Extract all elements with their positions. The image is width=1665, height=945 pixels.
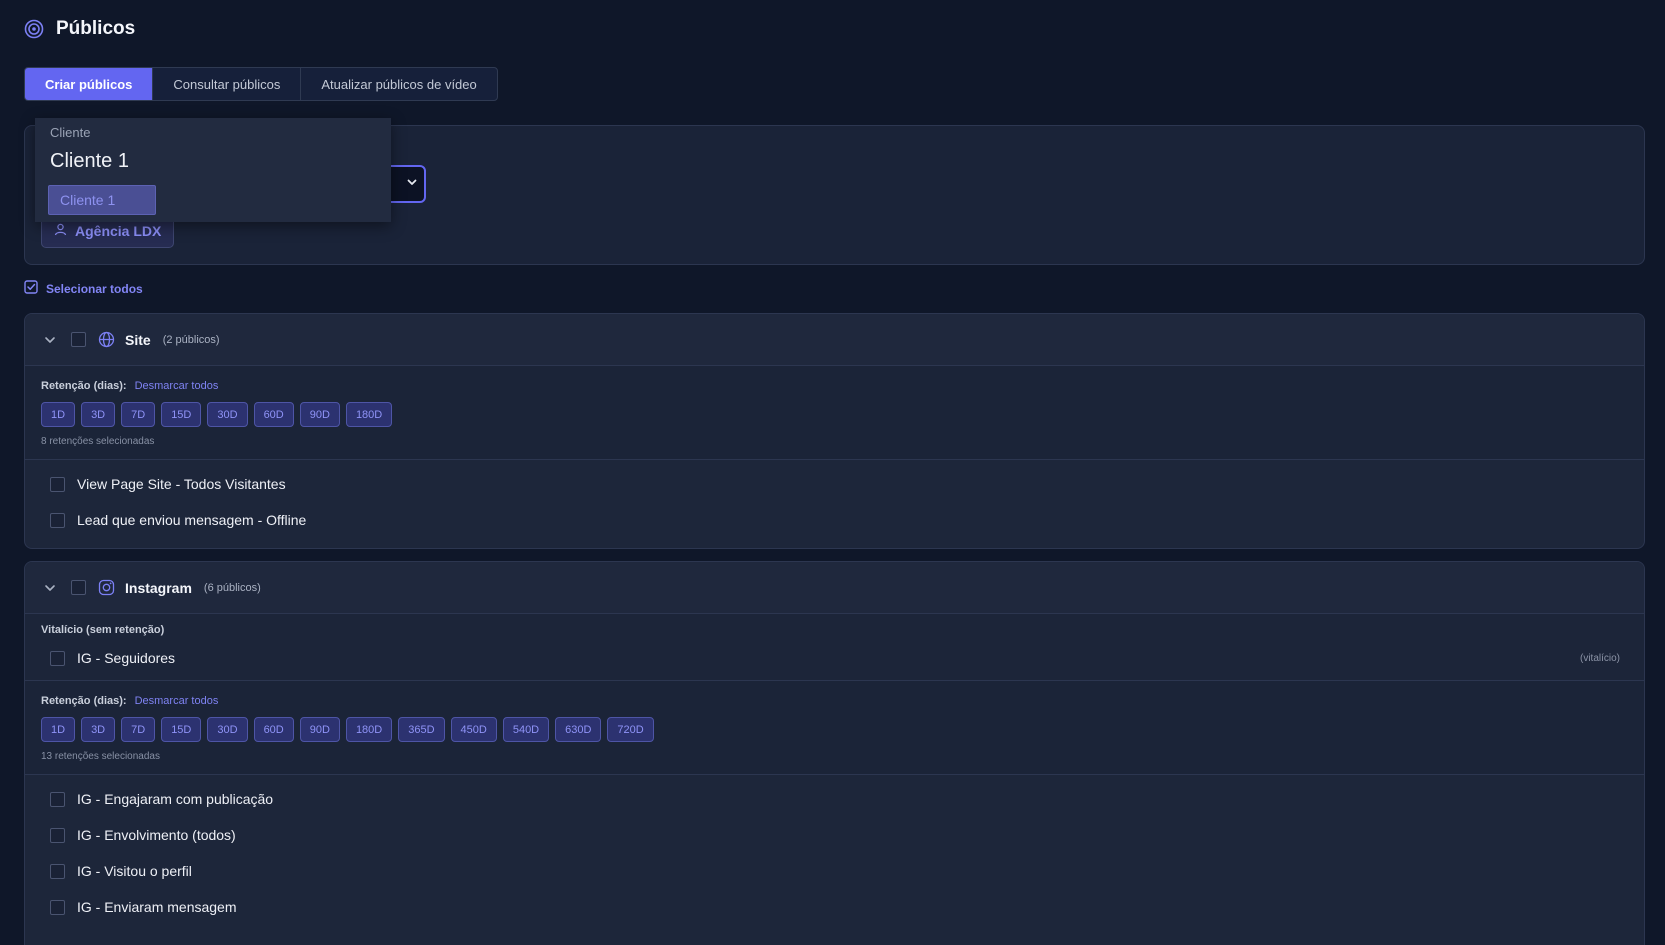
retention-chip[interactable]: 1D xyxy=(41,717,76,742)
retention-chip[interactable]: 15D xyxy=(161,402,202,427)
checkbox-checked-icon xyxy=(24,280,38,297)
retention-chip[interactable]: 180D xyxy=(345,717,393,742)
item-label: View Page Site - Todos Visitantes xyxy=(77,476,286,492)
deselect-all-link[interactable]: Desmarcar todos xyxy=(135,695,219,707)
list-item[interactable]: IG - Seguidores (vitalício) xyxy=(25,640,1644,676)
lifetime-note: (vitalício) xyxy=(1579,652,1620,664)
retention-chip[interactable]: 30D xyxy=(207,402,248,427)
section-instagram-checkbox[interactable] xyxy=(71,580,86,595)
retention-chip[interactable]: 180D xyxy=(345,402,393,427)
section-instagram-count: (6 públicos) xyxy=(203,581,261,594)
user-icon xyxy=(54,223,67,239)
instagram-retention-block: Retenção (dias): Desmarcar todos 1D 3D 7D 1… xyxy=(25,681,1644,775)
chevron-down-icon[interactable] xyxy=(42,580,58,596)
retention-chip[interactable]: 630D xyxy=(555,717,602,742)
dropdown-selected-value: Cliente 1 xyxy=(50,150,129,172)
instagram-lifetime-block: Vitalício (sem retenção) IG - Seguidores… xyxy=(25,614,1644,681)
page-header: Públicos xyxy=(24,16,135,42)
item-label: IG - Enviaram mensagem xyxy=(77,899,237,915)
list-item[interactable]: IG - Envolvimento (todos) xyxy=(25,817,1644,853)
chevron-down-icon[interactable] xyxy=(42,332,58,348)
item-label: IG - Seguidores xyxy=(77,650,176,666)
section-site-checkbox[interactable] xyxy=(71,332,86,347)
dropdown-option-cliente-1[interactable]: Cliente 1 xyxy=(48,185,156,215)
chevron-down-icon xyxy=(406,175,418,193)
section-site-header[interactable]: Site (2 públicos) xyxy=(25,314,1644,366)
client-dropdown: Cliente Cliente 1 Cliente 1 xyxy=(35,118,391,222)
retention-chip[interactable]: 3D xyxy=(81,402,116,427)
retention-chip[interactable]: 7D xyxy=(121,717,156,742)
tab-atualizar-publicos-video[interactable]: Atualizar públicos de vídeo xyxy=(301,68,496,100)
item-checkbox[interactable] xyxy=(50,476,65,492)
lifetime-title: Vitalício (sem retenção) xyxy=(41,624,165,636)
section-instagram: Instagram (6 públicos) Vitalício (sem re… xyxy=(24,561,1645,945)
section-site-count: (2 públicos) xyxy=(162,333,220,346)
item-label: IG - Visitou o perfil xyxy=(77,863,192,879)
page-title: Públicos xyxy=(56,18,136,39)
globe-icon xyxy=(98,331,115,348)
section-instagram-header[interactable]: Instagram (6 públicos) xyxy=(25,562,1644,614)
item-label: Lead que enviou mensagem - Offline xyxy=(77,512,307,528)
tab-consultar-publicos[interactable]: Consultar públicos xyxy=(153,68,302,100)
retention-label: Retenção (dias): xyxy=(41,695,127,707)
list-item[interactable]: IG - Enviaram mensagem xyxy=(25,889,1644,925)
item-checkbox[interactable] xyxy=(50,827,65,843)
item-label: IG - Engajaram com publicação xyxy=(77,791,274,807)
tab-criar-publicos[interactable]: Criar públicos xyxy=(25,68,154,100)
item-checkbox[interactable] xyxy=(50,512,65,528)
tab-bar: Criar públicos Consultar públicos Atuali… xyxy=(24,67,498,101)
select-all-label: Selecionar todos xyxy=(46,281,143,296)
retention-chips: 1D 3D 7D 15D 30D 60D 90D 180D xyxy=(41,402,1628,427)
item-checkbox[interactable] xyxy=(50,863,65,879)
select-all-button[interactable]: Selecionar todos xyxy=(24,280,143,297)
retention-chip[interactable]: 450D xyxy=(450,717,497,742)
dropdown-label: Cliente xyxy=(50,125,91,140)
site-retention-block: Retenção (dias): Desmarcar todos 1D 3D 7D 1… xyxy=(25,366,1644,460)
retention-chip[interactable]: 720D xyxy=(607,717,654,742)
section-site: Site (2 públicos) Retenção (dias): Desma… xyxy=(24,313,1645,549)
target-icon xyxy=(24,19,44,39)
agency-label: Agência LDX xyxy=(75,222,162,239)
section-site-title: Site xyxy=(125,331,151,348)
retention-chip[interactable]: 365D xyxy=(398,717,445,742)
item-checkbox[interactable] xyxy=(50,650,65,666)
instagram-icon xyxy=(98,579,115,596)
list-item[interactable]: View Page Site - Todos Visitantes xyxy=(25,466,1644,502)
list-item[interactable]: Lead que enviou mensagem - Offline xyxy=(25,502,1644,538)
deselect-all-link[interactable]: Desmarcar todos xyxy=(135,380,219,392)
list-item[interactable]: IG - Visitou o perfil xyxy=(25,853,1644,889)
retention-selected-count: 13 retenções selecionadas xyxy=(41,751,160,762)
item-label: IG - Envolvimento (todos) xyxy=(77,827,236,843)
retention-chip[interactable]: 90D xyxy=(299,717,340,742)
section-instagram-title: Instagram xyxy=(125,579,192,596)
retention-chip[interactable]: 60D xyxy=(253,717,294,742)
retention-chip[interactable]: 3D xyxy=(81,717,116,742)
retention-chip[interactable]: 90D xyxy=(299,402,340,427)
retention-chip[interactable]: 540D xyxy=(502,717,550,742)
retention-chip[interactable]: 60D xyxy=(253,402,294,427)
retention-selected-count: 8 retenções selecionadas xyxy=(41,436,155,447)
item-checkbox[interactable] xyxy=(50,791,65,807)
list-item[interactable]: IG - Engajaram com publicação xyxy=(25,781,1644,817)
retention-chip[interactable]: 7D xyxy=(121,402,156,427)
retention-chip[interactable]: 1D xyxy=(41,402,76,427)
retention-chip[interactable]: 30D xyxy=(207,717,248,742)
retention-label: Retenção (dias): xyxy=(41,380,127,392)
retention-chips: 1D 3D 7D 15D 30D 60D 90D 180D 365D 450D 540D 630D 72… xyxy=(41,717,1628,742)
item-checkbox[interactable] xyxy=(50,899,65,915)
retention-chip[interactable]: 15D xyxy=(161,717,202,742)
